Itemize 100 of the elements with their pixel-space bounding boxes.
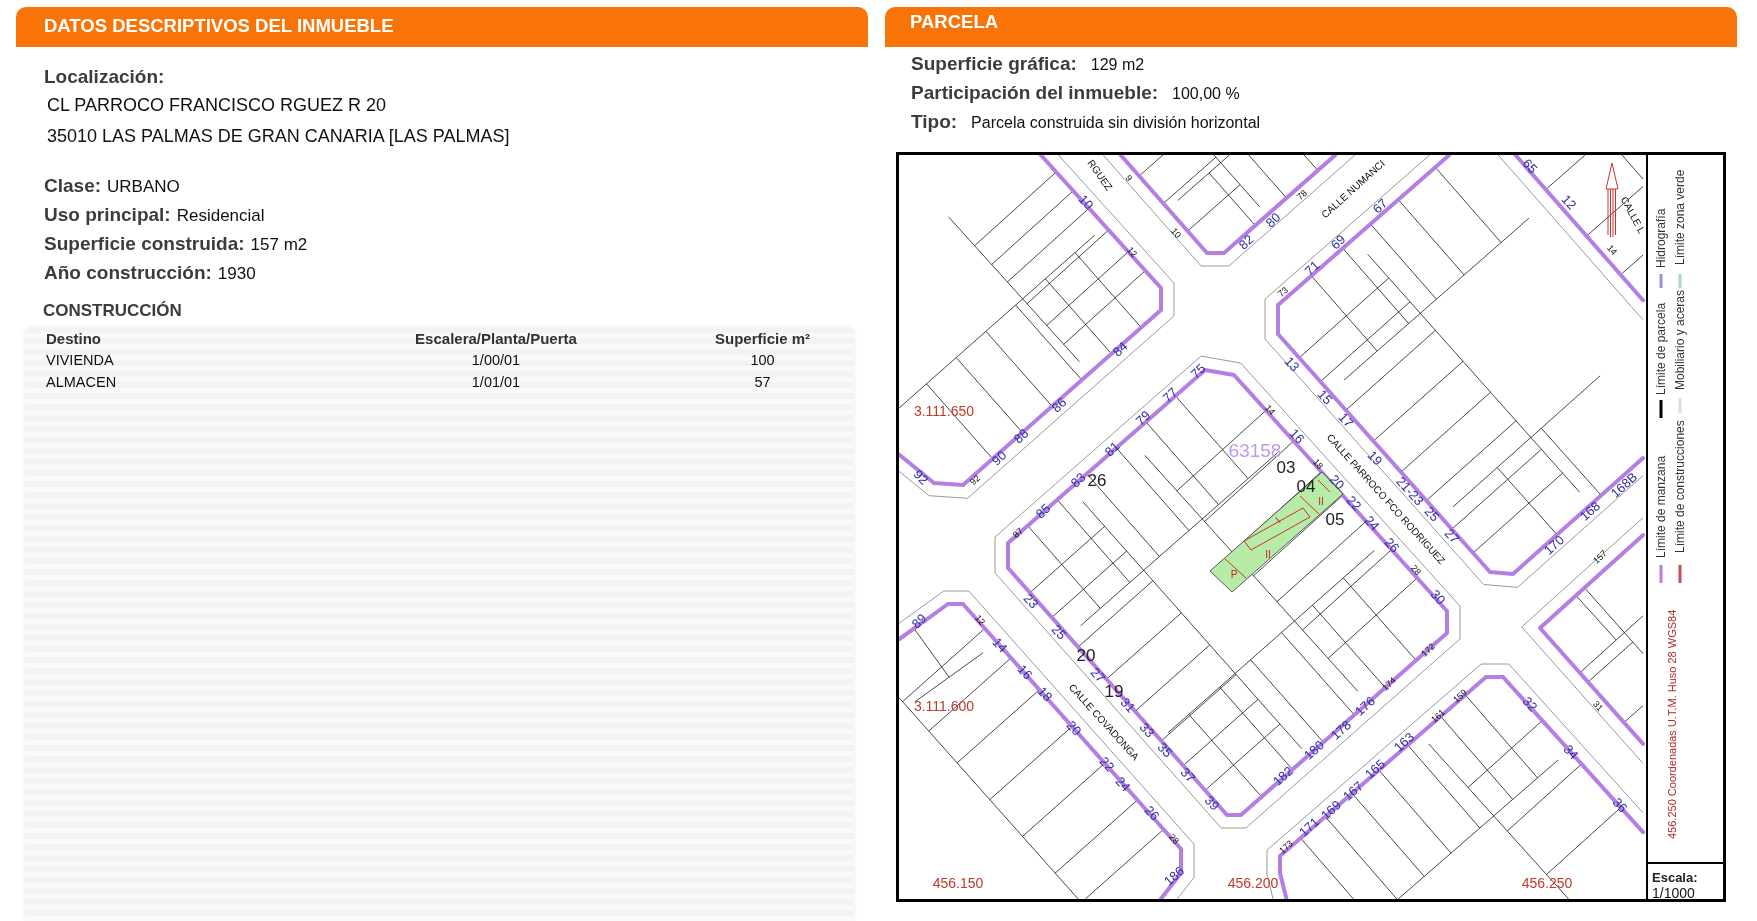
house-number: 182	[1269, 763, 1297, 789]
house-number: 77	[1159, 384, 1181, 406]
section-header: PARCELA	[885, 7, 1737, 47]
house-number: 75	[1187, 360, 1209, 382]
section-header: DATOS DESCRIPTIVOS DEL INMUEBLE	[16, 7, 868, 47]
house-number: 28	[1408, 562, 1424, 578]
house-number: 67	[1369, 195, 1391, 217]
house-number: 27	[1441, 525, 1463, 547]
field-label: Año construcción:	[44, 261, 212, 285]
house-number: 39	[1201, 792, 1223, 814]
field-label: Localización:	[44, 66, 165, 88]
legend-label: Límite zona verde	[1673, 169, 1687, 265]
house-number: 35	[1154, 739, 1176, 761]
house-number: 20	[1063, 717, 1085, 739]
house-number: 12	[1558, 191, 1580, 213]
house-number: 69	[1327, 231, 1349, 253]
coordinate-label: 3.111.650	[913, 403, 975, 419]
legend-label: Mobiliario y aceras	[1673, 289, 1687, 390]
parcel-number: 26	[1087, 470, 1107, 490]
house-number: 172	[1419, 641, 1437, 659]
field-label: Tipo:	[911, 110, 958, 134]
legend-label: Límite de parcela	[1654, 302, 1668, 395]
construction-code: I	[1273, 515, 1283, 525]
house-number: 176	[1351, 693, 1379, 719]
house-number: 26	[1381, 534, 1403, 556]
scale-value: 1/1000	[1652, 885, 1695, 899]
house-number: 80	[1262, 209, 1284, 231]
house-number: 173	[1277, 838, 1295, 856]
house-number: 16	[1014, 661, 1036, 683]
house-number: 14	[989, 634, 1011, 656]
house-number: 82	[1235, 231, 1257, 253]
house-number: 170	[1540, 532, 1568, 558]
house-number: 92	[910, 466, 932, 488]
house-number: 81	[1101, 438, 1123, 460]
table-cell-text: 1/01/01	[470, 373, 522, 392]
field-value: Residencial	[176, 205, 265, 227]
house-number: 168	[1576, 498, 1604, 524]
field-label: Superficie construida:	[44, 232, 245, 256]
house-number: 178	[1327, 717, 1355, 743]
field-value: 157 m2	[250, 234, 308, 256]
construction-code: II	[1318, 495, 1324, 507]
coordinate-label: 456.200	[1227, 875, 1279, 891]
house-number: 10	[1075, 191, 1097, 213]
house-number: 84	[1109, 338, 1131, 360]
house-number: 37	[1177, 764, 1199, 786]
coordinate-system-note: 456.250 Coordenadas U.T.M. Huso 28 WGS84	[1666, 609, 1678, 839]
house-number: 87	[1010, 525, 1026, 541]
house-number: 9	[1123, 172, 1135, 184]
house-number: 78	[1294, 187, 1310, 203]
house-number: 163	[1390, 729, 1418, 755]
house-number: 65	[1519, 155, 1541, 177]
house-number: 92	[967, 472, 983, 488]
house-number: 12	[1124, 244, 1140, 260]
field-label: Uso principal:	[44, 203, 171, 227]
house-number: 18	[1310, 456, 1326, 472]
house-number: 30	[1427, 586, 1449, 608]
house-number: 10	[1168, 225, 1184, 241]
house-number: 34	[1560, 741, 1582, 763]
house-number: 28	[1166, 831, 1182, 847]
coordinate-label: 3.111.600	[913, 698, 975, 714]
house-number: 20	[1326, 471, 1348, 493]
table-cell-text: 1/00/01	[470, 351, 522, 370]
house-number: 157	[1591, 548, 1609, 566]
house-number: 18	[1034, 683, 1056, 705]
coordinate-label: 456.250	[1521, 875, 1573, 891]
table-cell-text: VIVIENDA	[46, 351, 115, 370]
house-number: 159	[1451, 687, 1469, 705]
house-number: 86	[1048, 394, 1070, 416]
house-number: 36	[1609, 794, 1631, 816]
house-number: 89	[908, 610, 930, 632]
field-value: Parcela construida sin división horizontal	[971, 113, 1261, 133]
house-number: 15	[1314, 386, 1336, 408]
house-number: 79	[1132, 407, 1154, 429]
field-value: 100,00 %	[1172, 84, 1240, 104]
house-number: 180	[1300, 737, 1328, 763]
house-number: 25	[1048, 621, 1070, 643]
house-number: 32	[1519, 693, 1541, 715]
house-number: 83	[1067, 469, 1089, 491]
table-cell-text: ALMACEN	[46, 373, 118, 392]
construction-code: II	[1265, 548, 1271, 560]
house-number: 24	[1112, 773, 1134, 795]
address-line: CL PARROCO FRANCISCO RGUEZ R 20	[47, 94, 387, 117]
section-title: CONSTRUCCIÓN	[43, 300, 182, 322]
field-value: URBANO	[107, 176, 180, 198]
house-number: 73	[1275, 284, 1291, 300]
house-number: 186	[1160, 863, 1188, 889]
house-number: 90	[988, 447, 1010, 469]
house-number: 88	[1010, 425, 1032, 447]
scale-label: Escala:	[1652, 870, 1698, 885]
address-line: 35010 LAS PALMAS DE GRAN CANARIA [LAS PALMAS]	[47, 125, 510, 148]
house-number: 31	[1590, 698, 1606, 714]
field-value: 129 m2	[1090, 55, 1145, 75]
house-number: 174	[1380, 675, 1398, 693]
house-number: 26	[1141, 802, 1163, 824]
construction-code: P	[1230, 568, 1238, 580]
field-label: Participación del inmueble:	[911, 81, 1159, 105]
house-number: 23	[1020, 590, 1042, 612]
column-header: Superficie m²	[714, 329, 811, 349]
field-label: Superficie gráfica:	[911, 52, 1077, 76]
house-number: 85	[1032, 500, 1054, 522]
